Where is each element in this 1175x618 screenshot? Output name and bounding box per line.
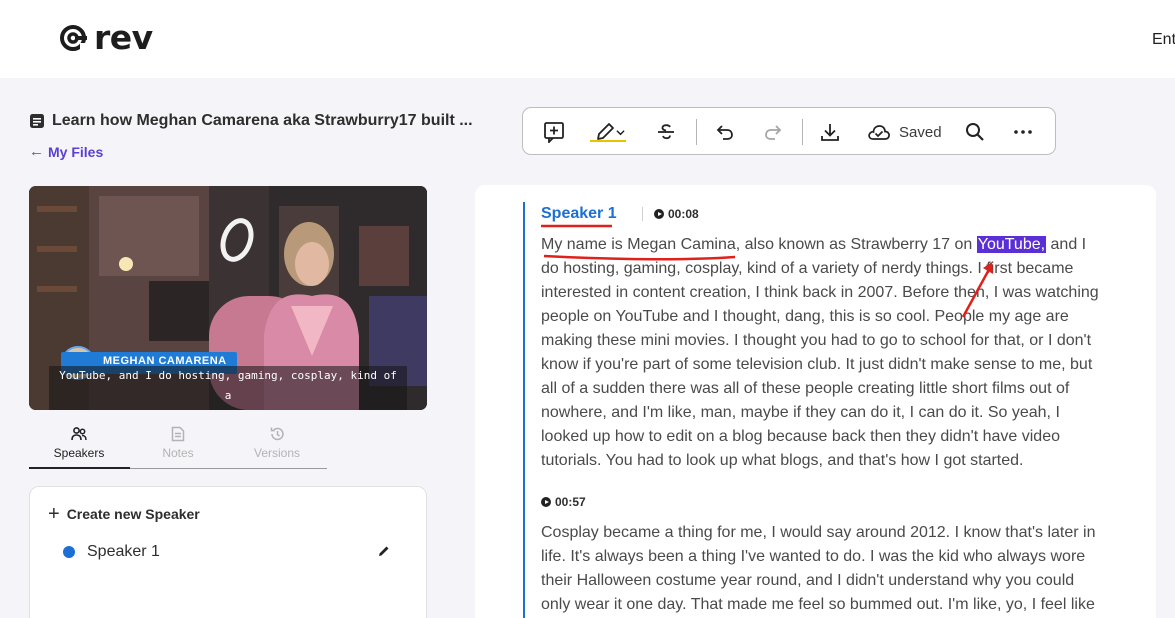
active-tab-indicator [29,467,130,469]
back-link-label: My Files [48,143,104,160]
transcript-paragraph[interactable]: My name is Megan Camina, also known as S… [541,233,1101,473]
search-icon [966,123,984,141]
cloud-check-icon [868,125,890,140]
speakers-icon [71,427,87,441]
more-horizontal-icon [1014,130,1032,134]
edit-pencil-icon[interactable] [377,544,391,558]
tab-label: Speakers [53,446,105,460]
transcript-editor[interactable]: Speaker 1 00:08 My name is Megan Camina,… [475,185,1156,618]
file-title-row: Learn how Meghan Camarena aka Strawburry… [29,112,499,130]
rev-logo[interactable]: rev [58,20,153,56]
chevron-down-icon [615,129,625,135]
top-header: rev Ent [0,0,1175,78]
transcript-text: My name is Megan Camina, also known as S… [541,236,977,253]
transcript-paragraph[interactable]: Cosplay became a thing for me, I would s… [541,521,1101,617]
play-icon [541,497,551,507]
rev-logo-icon [60,25,88,53]
history-icon [270,427,284,441]
transcript-text: Cosplay became a thing for me, I would s… [541,524,1096,613]
more-options-button[interactable] [1012,120,1034,144]
create-speaker-label: Create new Speaker [66,506,200,522]
tab-versions[interactable]: Versions [227,418,327,470]
undo-icon [716,125,733,140]
add-comment-button[interactable] [543,120,565,144]
add-comment-icon [544,122,564,143]
caption-line-2: variety [53,406,403,410]
strikethrough-button[interactable] [655,120,677,144]
caption-line-1: YouTube, and I do hosting, gaming, cospl… [59,369,397,402]
tab-notes[interactable]: Notes [128,418,228,470]
strikethrough-icon [658,124,674,140]
tab-label: Versions [253,446,301,460]
highlighted-word[interactable]: YouTube, [976,236,1047,253]
timestamp-button[interactable]: 00:57 [541,495,586,509]
notes-icon [171,426,185,442]
redo-button[interactable] [762,120,784,144]
video-player[interactable]: MEGHAN CAMARENA YouTube, and I do hostin… [29,186,427,410]
undo-button[interactable] [714,120,736,144]
speaker-color-dot [63,546,75,558]
side-panel-tabs: Speakers Notes Versions [29,418,327,470]
video-captions: YouTube, and I do hosting, gaming, cospl… [49,366,407,410]
file-title: Learn how Meghan Camarena aka Strawburry… [52,112,473,129]
editor-toolbar: Saved [522,107,1056,155]
highlight-color-indicator [590,140,626,142]
back-to-my-files-link[interactable]: ← My Files [29,143,103,160]
create-new-speaker-button[interactable]: + Create new Speaker [48,503,200,525]
arrow-left-icon: ← [29,143,44,160]
play-icon [654,209,664,219]
tab-speakers[interactable]: Speakers [29,418,129,470]
speaker-divider [642,207,643,221]
tab-label: Notes [162,446,194,460]
download-icon [821,124,839,141]
speaker-label[interactable]: Speaker 1 [541,205,617,223]
saved-label: Saved [899,123,942,141]
download-button[interactable] [819,120,841,144]
speakers-panel: + Create new Speaker Speaker 1 [29,486,427,618]
timestamp-button[interactable]: 00:08 [654,207,699,221]
logo-text: rev [94,18,153,57]
save-status: Saved [867,120,942,144]
speaker-block-bar [523,202,525,618]
speaker-list-item[interactable]: Speaker 1 [63,542,391,562]
document-icon [30,114,44,128]
timestamp-label: 00:57 [555,495,586,509]
plus-icon: + [48,503,60,525]
search-button[interactable] [964,120,986,144]
speaker-name: Speaker 1 [87,543,160,560]
redo-icon [765,125,782,140]
transcript-text: and I do hosting, gaming, cosplay, kind … [541,236,1099,469]
nav-enterprise-link[interactable]: Ent [1152,31,1175,49]
timestamp-label: 00:08 [668,207,699,221]
